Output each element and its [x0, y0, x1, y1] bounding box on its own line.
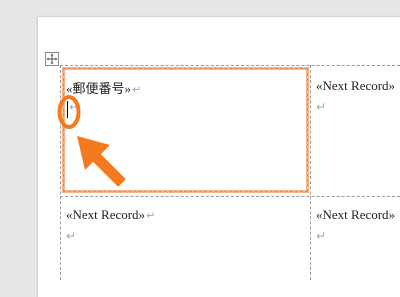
pointer-arrow-icon	[77, 136, 126, 187]
annotation-overlay	[57, 95, 126, 187]
highlight-circle-icon	[57, 95, 81, 129]
